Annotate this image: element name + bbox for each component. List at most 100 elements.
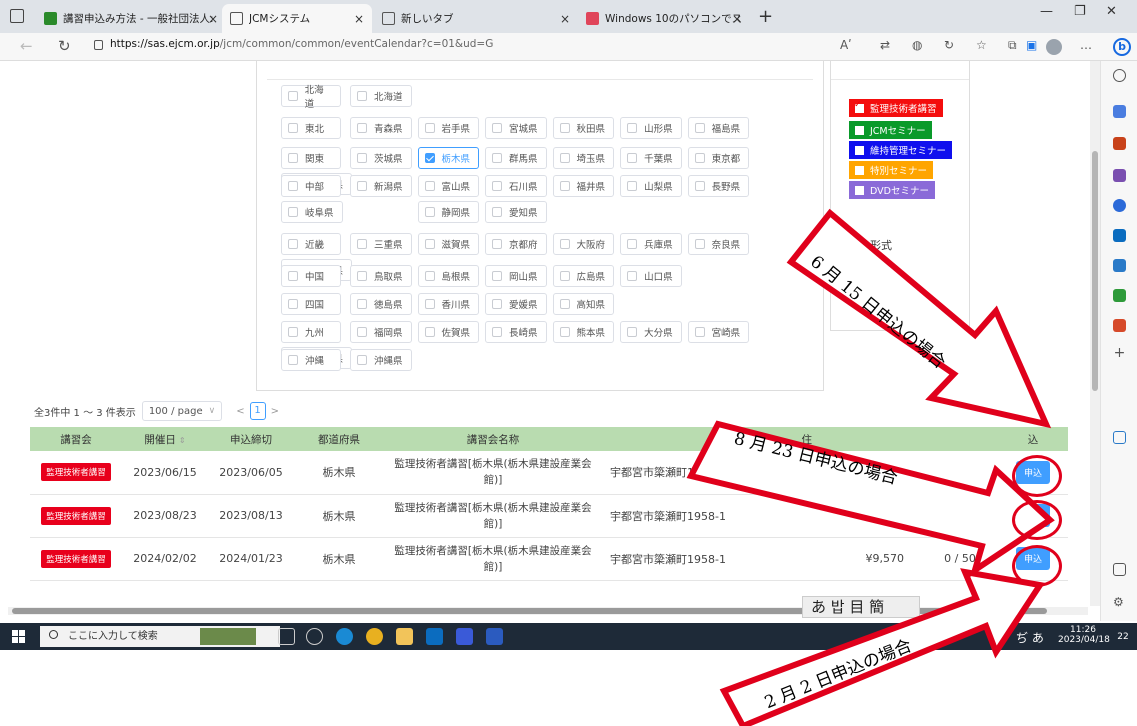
prefecture-checkbox[interactable]: 長崎県 bbox=[485, 321, 547, 343]
checkbox-icon[interactable] bbox=[357, 181, 367, 191]
vertical-scrollbar[interactable] bbox=[1090, 61, 1100, 606]
games-icon[interactable] bbox=[1113, 169, 1126, 182]
prefecture-checkbox[interactable]: 青森県 bbox=[350, 117, 412, 139]
checkbox-icon[interactable] bbox=[694, 181, 705, 191]
split-screen-icon[interactable] bbox=[1113, 563, 1126, 576]
checkbox-icon[interactable] bbox=[559, 327, 570, 337]
checkbox-icon[interactable] bbox=[855, 125, 864, 135]
checkbox-icon[interactable] bbox=[357, 123, 367, 133]
checkbox-icon[interactable] bbox=[627, 181, 638, 191]
widgets-icon[interactable] bbox=[306, 628, 323, 645]
checkbox-icon[interactable] bbox=[288, 271, 298, 281]
checkbox-icon[interactable] bbox=[492, 181, 503, 191]
checkbox-icon[interactable] bbox=[694, 153, 705, 163]
prefecture-checkbox[interactable]: 長野県 bbox=[687, 175, 750, 197]
prefecture-checkbox[interactable]: 群馬県 bbox=[485, 147, 547, 169]
prefecture-checkbox[interactable]: 愛知県 bbox=[485, 201, 547, 223]
tab-actions-icon[interactable] bbox=[10, 9, 24, 23]
category-legend-item[interactable]: 特別セミナー bbox=[849, 161, 934, 179]
new-tab-button[interactable]: + bbox=[758, 6, 773, 27]
refresh-icon[interactable]: ↻ bbox=[58, 37, 71, 55]
checkbox-icon[interactable] bbox=[288, 207, 298, 217]
outlook-taskbar-icon[interactable] bbox=[426, 628, 443, 645]
prefecture-checkbox[interactable]: 香川県 bbox=[417, 293, 480, 315]
close-tab-icon[interactable]: × bbox=[732, 12, 742, 26]
favorites-icon[interactable]: ☆ bbox=[976, 38, 987, 52]
tree-icon[interactable] bbox=[1113, 289, 1126, 302]
prefecture-checkbox[interactable]: 高知県 bbox=[552, 293, 615, 315]
extensions-icon[interactable]: ◍ bbox=[912, 38, 922, 52]
prefecture-checkbox[interactable]: 島根県 bbox=[417, 265, 480, 287]
checkbox-icon[interactable] bbox=[492, 299, 503, 309]
checkbox-icon[interactable] bbox=[492, 153, 503, 163]
tab-new-tab[interactable]: 新しいタブ × bbox=[374, 4, 578, 33]
translate-icon[interactable]: ⇄ bbox=[880, 38, 890, 52]
prefecture-checkbox[interactable]: 岡山県 bbox=[485, 265, 547, 287]
prefecture-checkbox[interactable]: 熊本県 bbox=[552, 321, 615, 343]
category-legend-item[interactable]: DVDセミナー bbox=[849, 181, 935, 199]
tag-icon[interactable] bbox=[1113, 105, 1126, 118]
tab-windows-screenshot[interactable]: Windows 10のパソコンでスクリーンシ × bbox=[578, 4, 750, 33]
close-window-button[interactable]: ✕ bbox=[1106, 4, 1117, 19]
checkbox-icon[interactable] bbox=[424, 153, 435, 163]
checkbox-icon[interactable] bbox=[627, 327, 638, 337]
region-checkbox[interactable]: 九州 bbox=[281, 321, 341, 343]
checkbox-icon[interactable] bbox=[288, 299, 298, 309]
checkbox-icon[interactable] bbox=[855, 185, 864, 195]
checkbox-icon[interactable] bbox=[559, 239, 570, 249]
region-checkbox[interactable]: 四国 bbox=[281, 293, 341, 315]
prefecture-checkbox[interactable]: 北海道 bbox=[350, 85, 412, 107]
page-number-button[interactable]: 1 bbox=[249, 402, 266, 420]
checkbox-icon[interactable] bbox=[559, 271, 570, 281]
checkbox-icon[interactable] bbox=[357, 91, 367, 101]
checkbox-icon[interactable] bbox=[492, 207, 503, 217]
gear-icon[interactable]: ⚙ bbox=[1113, 595, 1126, 609]
prefecture-checkbox[interactable]: 山梨県 bbox=[620, 175, 682, 197]
clock[interactable]: 11:26 2023/04/18 bbox=[1058, 625, 1110, 645]
prev-page-button[interactable]: < bbox=[236, 406, 244, 417]
checkbox-icon[interactable] bbox=[627, 123, 638, 133]
ime-indicator[interactable]: ぢ あ bbox=[1016, 629, 1044, 646]
checkbox-icon[interactable] bbox=[288, 355, 298, 365]
category-legend-item[interactable]: 維持管理セミナー bbox=[849, 141, 953, 159]
prefecture-checkbox[interactable]: 石川県 bbox=[485, 175, 547, 197]
sort-icon[interactable]: ⇕ bbox=[179, 436, 186, 445]
url-field[interactable]: https://sas.ejcm.or.jp/jcm/common/common… bbox=[110, 38, 493, 50]
prefecture-checkbox[interactable]: 福井県 bbox=[552, 175, 615, 197]
region-checkbox[interactable]: 北海道 bbox=[281, 85, 341, 110]
prefecture-checkbox[interactable]: 三重県 bbox=[350, 233, 412, 255]
prefecture-checkbox[interactable]: 鳥取県 bbox=[350, 265, 412, 287]
prefecture-checkbox[interactable]: 大阪府 bbox=[552, 233, 615, 255]
checkbox-icon[interactable] bbox=[424, 181, 435, 191]
prefecture-checkbox[interactable]: 沖縄県 bbox=[350, 349, 412, 371]
checkbox-icon[interactable] bbox=[559, 123, 570, 133]
checkbox-icon[interactable] bbox=[559, 153, 570, 163]
checkbox-icon[interactable] bbox=[424, 207, 435, 217]
explorer-taskbar-icon[interactable] bbox=[396, 628, 413, 645]
category-legend-item[interactable]: 監理技術者講習 bbox=[849, 99, 943, 117]
prefecture-checkbox[interactable]: 福岡県 bbox=[350, 321, 412, 343]
prefecture-checkbox[interactable]: 兵庫県 bbox=[620, 233, 682, 255]
more-menu-icon[interactable]: … bbox=[1080, 38, 1092, 52]
prefecture-checkbox[interactable]: 千葉県 bbox=[620, 147, 682, 169]
checkbox-icon[interactable] bbox=[288, 153, 298, 163]
prefecture-checkbox[interactable]: 佐賀県 bbox=[417, 321, 480, 343]
lock-icon[interactable] bbox=[94, 40, 103, 50]
close-tab-icon[interactable]: × bbox=[560, 12, 570, 26]
checkbox-icon[interactable] bbox=[492, 327, 503, 337]
checkbox-icon[interactable] bbox=[492, 123, 503, 133]
refresh-sync-icon[interactable]: ↻ bbox=[944, 38, 954, 52]
windows-start-icon[interactable] bbox=[12, 630, 25, 643]
prefecture-checkbox[interactable]: 奈良県 bbox=[687, 233, 750, 255]
region-checkbox[interactable]: 中部 bbox=[281, 175, 341, 197]
edge-panel-icon[interactable]: ▣ bbox=[1026, 38, 1037, 52]
weather-widget-icon[interactable] bbox=[200, 628, 256, 645]
prefecture-checkbox[interactable]: 静岡県 bbox=[417, 201, 480, 223]
add-icon[interactable]: + bbox=[1113, 346, 1126, 360]
prefecture-checkbox[interactable]: 岐阜県 bbox=[281, 201, 343, 223]
checkbox-icon[interactable] bbox=[854, 100, 864, 113]
region-checkbox[interactable]: 近畿 bbox=[281, 233, 341, 255]
region-checkbox[interactable]: 東北 bbox=[281, 117, 341, 139]
prefecture-checkbox[interactable]: 山口県 bbox=[620, 265, 682, 287]
checkbox-icon[interactable] bbox=[492, 271, 503, 281]
